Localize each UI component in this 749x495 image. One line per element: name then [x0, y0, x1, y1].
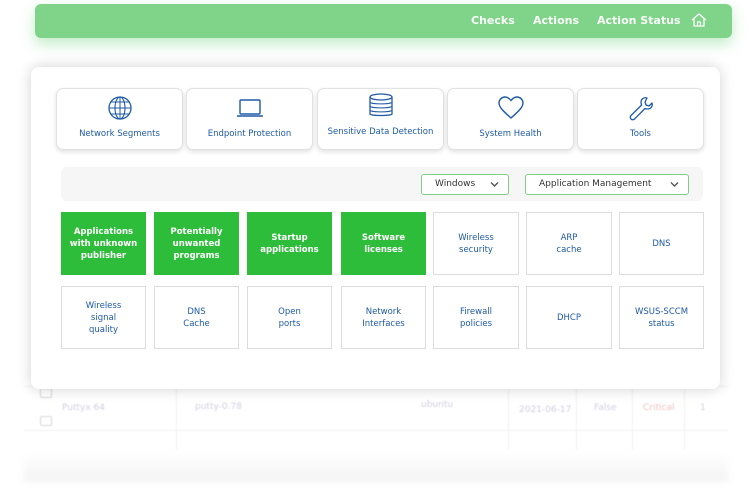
category-label: Network Segments — [79, 129, 160, 139]
cell-severity: Critical — [643, 403, 675, 413]
heart-icon — [497, 96, 524, 119]
filter-bar: Windows Application Management — [61, 167, 703, 201]
check-tile[interactable]: DNS — [619, 212, 704, 275]
check-tile[interactable]: DNS Cache — [154, 286, 239, 349]
check-tile[interactable]: Potentially unwanted programs — [154, 212, 239, 275]
os-select-value: Windows — [435, 179, 476, 189]
check-tile[interactable]: Startup applications — [247, 212, 332, 275]
top-navbar: Checks Actions Action Status — [35, 4, 732, 38]
os-select[interactable]: Windows — [421, 174, 509, 195]
category-label: Endpoint Protection — [207, 129, 292, 139]
nav-action-status[interactable]: Action Status — [597, 14, 681, 27]
wrench-icon — [629, 97, 653, 121]
category-label: Tools — [630, 129, 651, 139]
check-tile[interactable]: Wireless security — [433, 212, 519, 275]
cell-flag: False — [594, 403, 617, 413]
chevron-down-icon — [490, 182, 499, 187]
database-icon — [368, 93, 393, 117]
row-checkbox[interactable] — [40, 416, 52, 426]
nav-actions[interactable]: Actions — [533, 14, 579, 27]
category-tools[interactable]: Tools — [577, 88, 704, 150]
check-tile[interactable]: ARP cache — [526, 212, 612, 275]
nav-checks[interactable]: Checks — [471, 14, 515, 27]
chevron-down-icon — [670, 182, 679, 187]
checks-panel: Network Segments Endpoint Protection Sen… — [31, 67, 720, 389]
check-tile[interactable]: Firewall policies — [433, 286, 519, 349]
globe-icon — [107, 96, 132, 120]
category-sensitive-data-detection[interactable]: Sensitive Data Detection — [317, 88, 444, 150]
area-select[interactable]: Application Management — [525, 174, 689, 195]
category-system-health[interactable]: System Health — [447, 88, 574, 150]
check-tile[interactable]: WSUS-SCCM status — [619, 286, 704, 349]
check-tile[interactable]: Network Interfaces — [341, 286, 426, 349]
check-tile[interactable]: Open ports — [247, 286, 332, 349]
laptop-icon — [236, 99, 263, 117]
check-tile[interactable]: DHCP — [526, 286, 612, 349]
check-tile[interactable]: Wireless signal quality — [61, 286, 146, 349]
category-network-segments[interactable]: Network Segments — [56, 88, 183, 150]
row-checkbox[interactable] — [40, 388, 52, 398]
cell-host: ubuntu — [421, 400, 454, 410]
area-select-value: Application Management — [539, 179, 652, 189]
category-label: Sensitive Data Detection — [327, 127, 434, 137]
cell-count: 1 — [700, 403, 706, 413]
category-endpoint-protection[interactable]: Endpoint Protection — [186, 88, 313, 150]
cell-name: Puttyx 64 — [62, 403, 105, 413]
home-icon[interactable] — [690, 11, 708, 29]
table-footer-shadow — [24, 452, 728, 482]
cell-package: putty-0.78 — [195, 402, 242, 412]
cell-date: 2021-06-17 — [519, 405, 572, 415]
check-tile[interactable]: Applications with unknown publisher — [61, 212, 146, 275]
category-label: System Health — [479, 129, 542, 139]
check-tile[interactable]: Software licenses — [341, 212, 426, 275]
